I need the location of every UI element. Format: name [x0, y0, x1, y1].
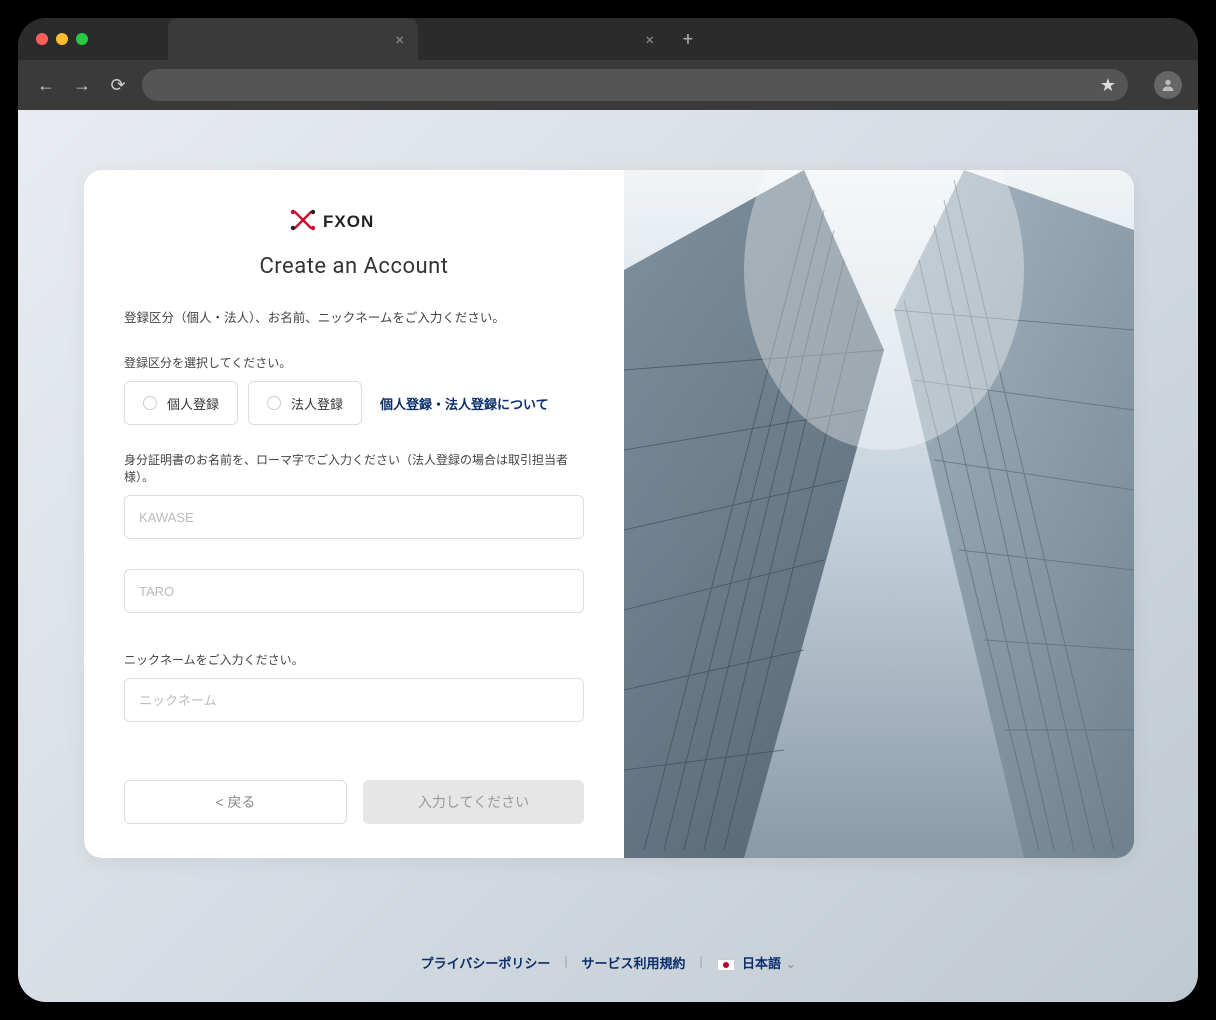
- signup-card: FXON Create an Account 登録区分（個人・法人）、お名前、ニ…: [84, 170, 1134, 858]
- japan-flag-icon: [717, 959, 735, 971]
- page-viewport: FXON Create an Account 登録区分（個人・法人）、お名前、ニ…: [18, 110, 1198, 1002]
- title-bar: × × +: [18, 18, 1198, 60]
- registration-type-row: 個人登録 法人登録 個人登録・法人登録について: [124, 381, 584, 425]
- browser-tab-1[interactable]: ×: [168, 18, 418, 60]
- footer-separator: |: [700, 955, 703, 970]
- bookmark-star-icon[interactable]: ★: [1100, 75, 1116, 96]
- form-panel: FXON Create an Account 登録区分（個人・法人）、お名前、ニ…: [84, 170, 624, 858]
- nickname-label: ニックネームをご入力ください。: [124, 651, 584, 668]
- close-window-button[interactable]: [36, 33, 48, 45]
- back-button[interactable]: < 戻る: [124, 780, 347, 824]
- browser-tab-2[interactable]: ×: [418, 18, 668, 60]
- privacy-link[interactable]: プライバシーポリシー: [421, 953, 551, 972]
- address-bar[interactable]: ★: [142, 69, 1128, 101]
- forward-nav-icon[interactable]: →: [70, 75, 94, 96]
- terms-link[interactable]: サービス利用規約: [582, 953, 686, 972]
- radio-corporate-label: 法人登録: [291, 394, 343, 413]
- radio-individual-label: 個人登録: [167, 394, 219, 413]
- browser-frame: × × + ← → ⟳ ★: [18, 18, 1198, 1002]
- registration-info-link[interactable]: 個人登録・法人登録について: [380, 394, 549, 413]
- close-tab-icon[interactable]: ×: [645, 30, 654, 49]
- reload-icon[interactable]: ⟳: [106, 75, 130, 96]
- brand-logo: FXON: [124, 208, 584, 236]
- radio-dot-icon: [267, 396, 281, 410]
- user-avatar-icon[interactable]: [1154, 71, 1182, 99]
- firstname-input[interactable]: [124, 569, 584, 613]
- radio-individual[interactable]: 個人登録: [124, 381, 238, 425]
- page-title: Create an Account: [124, 254, 584, 279]
- traffic-lights: [36, 33, 88, 45]
- language-label: 日本語: [742, 957, 781, 972]
- radio-dot-icon: [143, 396, 157, 410]
- minimize-window-button[interactable]: [56, 33, 68, 45]
- new-tab-button[interactable]: +: [668, 18, 708, 60]
- close-tab-icon[interactable]: ×: [395, 30, 404, 49]
- language-selector[interactable]: 日本語 ⌄: [717, 953, 796, 972]
- back-nav-icon[interactable]: ←: [34, 75, 58, 96]
- maximize-window-button[interactable]: [76, 33, 88, 45]
- nickname-input[interactable]: [124, 678, 584, 722]
- browser-tabs: × × +: [168, 18, 708, 60]
- name-section-label: 身分証明書のお名前を、ローマ字でご入力ください（法人登録の場合は取引担当者様）。: [124, 451, 584, 485]
- lastname-input[interactable]: [124, 495, 584, 539]
- footer: プライバシーポリシー | サービス利用規約 | 日本語 ⌄: [18, 953, 1198, 972]
- chevron-down-icon: ⌄: [786, 958, 795, 971]
- radio-corporate[interactable]: 法人登録: [248, 381, 362, 425]
- submit-button[interactable]: 入力してください: [363, 780, 584, 824]
- hero-image: [624, 170, 1134, 858]
- footer-separator: |: [564, 955, 567, 970]
- svg-text:FXON: FXON: [323, 212, 374, 231]
- registration-type-label: 登録区分を選択してください。: [124, 354, 584, 371]
- button-row: < 戻る 入力してください: [124, 780, 584, 824]
- nav-bar: ← → ⟳ ★: [18, 60, 1198, 110]
- page-instruction: 登録区分（個人・法人）、お名前、ニックネームをご入力ください。: [124, 307, 584, 326]
